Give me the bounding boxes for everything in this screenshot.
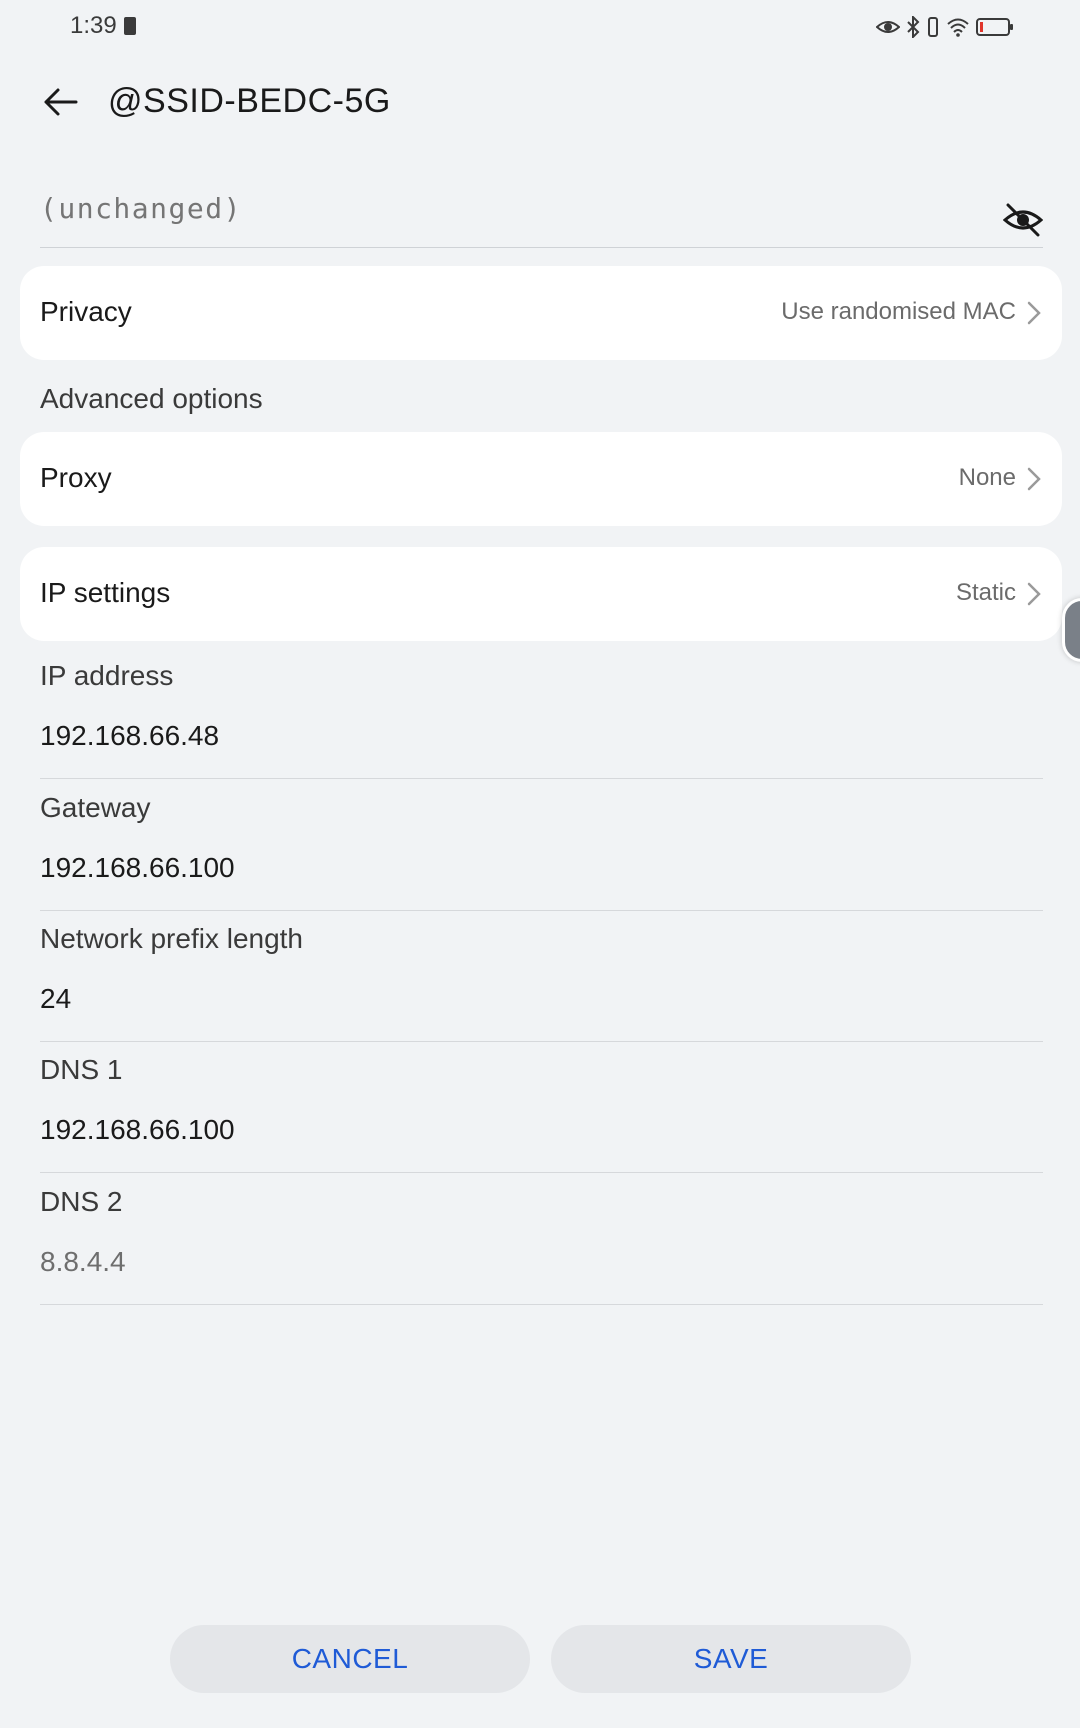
dns2-label: DNS 2: [40, 1186, 123, 1217]
privacy-row[interactable]: Privacy Use randomised MAC: [20, 266, 1062, 360]
ip-address-value[interactable]: 192.168.66.48: [40, 720, 219, 752]
prefix-length-value[interactable]: 24: [40, 983, 71, 1015]
dns1-field[interactable]: DNS 1 192.168.66.100: [40, 1042, 1043, 1173]
prefix-length-field[interactable]: Network prefix length 24: [40, 911, 1043, 1042]
proxy-row[interactable]: Proxy None: [20, 432, 1062, 526]
bluetooth-icon: [907, 16, 920, 38]
dns1-value[interactable]: 192.168.66.100: [40, 1114, 235, 1146]
advanced-options-heading: Advanced options: [40, 383, 263, 414]
back-arrow-icon[interactable]: [40, 80, 84, 124]
password-field: [40, 180, 1043, 248]
vibrate-icon: [928, 17, 938, 37]
save-button[interactable]: SAVE: [551, 1625, 911, 1693]
cancel-button[interactable]: CANCEL: [170, 1625, 530, 1693]
chevron-right-icon: [1027, 301, 1041, 325]
eye-comfort-icon: [876, 21, 900, 33]
battery-icon: [976, 18, 1013, 36]
prefix-length-label: Network prefix length: [40, 923, 304, 954]
ip-address-field[interactable]: IP address 192.168.66.48: [40, 648, 1043, 779]
chevron-right-icon: [1027, 467, 1041, 491]
proxy-value: None: [958, 464, 1016, 491]
gateway-label: Gateway: [40, 792, 151, 823]
ip-settings-row[interactable]: IP settings Static: [20, 547, 1062, 641]
status-time: 1:39: [70, 12, 117, 39]
chevron-right-icon: [1027, 582, 1041, 606]
app-bar: @SSID-BEDC-5G: [0, 70, 1080, 134]
gateway-value[interactable]: 192.168.66.100: [40, 852, 235, 884]
gateway-field[interactable]: Gateway 192.168.66.100: [40, 780, 1043, 911]
sim-card-icon: [124, 17, 136, 35]
ip-settings-label: IP settings: [40, 577, 171, 608]
dns2-field[interactable]: DNS 2 8.8.4.4: [40, 1174, 1043, 1305]
dns2-placeholder[interactable]: 8.8.4.4: [40, 1246, 126, 1278]
floating-edge-handle[interactable]: [1062, 598, 1080, 662]
status-icons: [876, 12, 1014, 42]
password-input[interactable]: [40, 186, 940, 230]
dns1-label: DNS 1: [40, 1054, 123, 1085]
status-bar: 1:39: [0, 0, 1080, 54]
ip-address-label: IP address: [40, 660, 174, 691]
privacy-value: Use randomised MAC: [781, 298, 1016, 325]
ip-settings-value: Static: [955, 579, 1016, 606]
hide-password-icon[interactable]: [1003, 202, 1043, 238]
proxy-label: Proxy: [40, 462, 112, 493]
wifi-icon: [947, 18, 969, 37]
page-title: @SSID-BEDC-5G: [108, 82, 391, 120]
privacy-label: Privacy: [40, 296, 132, 327]
